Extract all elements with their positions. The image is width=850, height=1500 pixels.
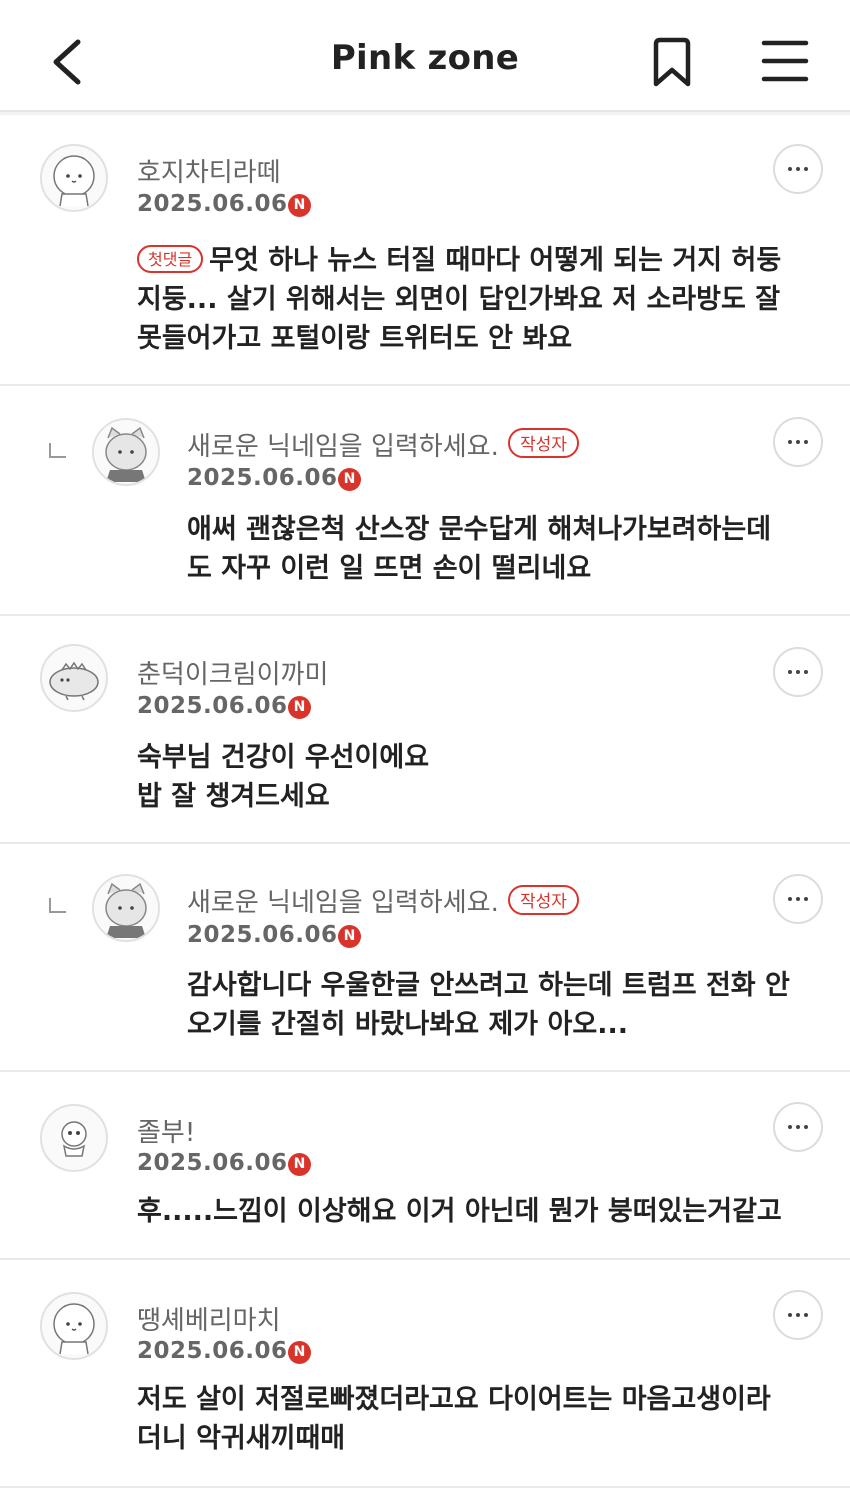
more-horizontal-icon bbox=[788, 167, 792, 171]
comment-date: 2025.06.06 bbox=[137, 191, 288, 217]
comment-date: 2025.06.06 bbox=[137, 693, 288, 719]
comment-body: 후.....느낌이 이상해요 이거 아닌데 뭔가 붕떠있는거같고 bbox=[137, 1192, 782, 1231]
comment-nickname[interactable]: 새로운 닉네임을 입력하세요. bbox=[187, 882, 499, 919]
more-horizontal-icon bbox=[788, 670, 792, 674]
more-options-button[interactable] bbox=[773, 417, 823, 467]
bookmark-icon bbox=[653, 37, 691, 87]
first-comment-badge: 첫댓글 bbox=[137, 245, 204, 273]
comment-line: 더니 악귀새끼때매 bbox=[137, 1423, 346, 1454]
new-badge: N bbox=[338, 468, 361, 491]
page-title: Pink zone bbox=[330, 38, 520, 78]
comment-line: 감사합니다 우울한글 안쓰려고 하는데 트럼프 전화 안 bbox=[187, 970, 790, 1001]
comment-line: 후.....느낌이 이상해요 이거 아닌데 뭔가 붕떠있는거같고 bbox=[137, 1196, 782, 1227]
more-horizontal-icon bbox=[788, 440, 792, 444]
more-options-button[interactable] bbox=[773, 647, 823, 697]
avatar bbox=[92, 874, 160, 942]
comment-item: 땡셰베리마치 2025.06.06 N 저도 살이 저절로빠졌더라고요 다이어트… bbox=[0, 1260, 850, 1488]
reply-item: 새로운 닉네임을 입력하세요. 작성자 2025.06.06 N 감사합니다 우… bbox=[0, 844, 850, 1072]
more-options-button[interactable] bbox=[773, 144, 823, 194]
comment-body: 애써 괜찮은척 산스장 문수답게 해쳐나가보려하는데 도 자꾸 이런 일 뜨면 … bbox=[187, 510, 771, 588]
author-badge: 작성자 bbox=[508, 428, 579, 458]
new-badge: N bbox=[338, 925, 361, 948]
comment-line: 지둥... 살기 위해서는 외면이 답인가봐요 저 소라방도 잘 bbox=[137, 284, 781, 315]
comment-nickname[interactable]: 호지차티라떼 bbox=[137, 152, 281, 189]
more-options-button[interactable] bbox=[773, 874, 823, 924]
comment-item: 졸부! 2025.06.06 N 후.....느낌이 이상해요 이거 아닌데 뭔… bbox=[0, 1072, 850, 1260]
comment-date: 2025.06.06 bbox=[187, 465, 338, 491]
header-divider bbox=[0, 112, 850, 115]
comment-line: 못들어가고 포털이랑 트위터도 안 봐요 bbox=[137, 323, 573, 354]
avatar bbox=[40, 1292, 108, 1360]
comment-body: 저도 살이 저절로빠졌더라고요 다이어트는 마음고생이라 더니 악귀새끼때매 bbox=[137, 1380, 771, 1458]
more-options-button[interactable] bbox=[773, 1102, 823, 1152]
comment-body: 감사합니다 우울한글 안쓰려고 하는데 트럼프 전화 안 오기를 간절히 바랐나… bbox=[187, 966, 790, 1044]
new-badge: N bbox=[288, 194, 311, 217]
comment-nickname[interactable]: 땡셰베리마치 bbox=[137, 1300, 281, 1337]
comment-line: 밥 잘 챙겨드세요 bbox=[137, 781, 330, 812]
comment-line: 무엇 하나 뉴스 터질 때마다 어떻게 되는 거지 허둥 bbox=[209, 245, 782, 276]
avatar bbox=[40, 644, 108, 712]
comment-nickname[interactable]: 춘덕이크림이까미 bbox=[137, 654, 328, 691]
new-badge: N bbox=[288, 1153, 311, 1176]
reply-arrow-icon bbox=[49, 898, 66, 913]
comment-date: 2025.06.06 bbox=[137, 1338, 288, 1364]
more-horizontal-icon bbox=[788, 897, 792, 901]
comment-line: 애써 괜찮은척 산스장 문수답게 해쳐나가보려하는데 bbox=[187, 514, 772, 545]
bookmark-button[interactable] bbox=[648, 36, 696, 88]
comment-line: 숙부님 건강이 우선이에요 bbox=[137, 742, 430, 773]
avatar bbox=[92, 418, 160, 486]
more-options-button[interactable] bbox=[773, 1290, 823, 1340]
avatar bbox=[40, 144, 108, 212]
comment-line: 저도 살이 저절로빠졌더라고요 다이어트는 마음고생이라 bbox=[137, 1384, 771, 1415]
comment-nickname[interactable]: 새로운 닉네임을 입력하세요. bbox=[187, 426, 499, 463]
comment-body: 숙부님 건강이 우선이에요 밥 잘 챙겨드세요 bbox=[137, 738, 429, 816]
avatar bbox=[40, 1104, 108, 1172]
author-badge: 작성자 bbox=[508, 885, 579, 915]
top-nav-bar: Pink zone bbox=[0, 0, 850, 112]
more-horizontal-icon bbox=[788, 1313, 792, 1317]
comment-body: 첫댓글 무엇 하나 뉴스 터질 때마다 어떻게 되는 거지 허둥 지둥... 살기… bbox=[137, 241, 781, 358]
new-badge: N bbox=[288, 1341, 311, 1364]
menu-button[interactable] bbox=[760, 38, 810, 84]
comment-item: 호지차티라떼 2025.06.06 N 첫댓글 무엇 하나 뉴스 터질 때마다 어… bbox=[0, 116, 850, 386]
comment-nickname[interactable]: 졸부! bbox=[137, 1112, 195, 1149]
comment-date: 2025.06.06 bbox=[137, 1150, 288, 1176]
reply-arrow-icon bbox=[49, 443, 66, 458]
comment-line: 도 자꾸 이런 일 뜨면 손이 떨리네요 bbox=[187, 553, 592, 584]
hamburger-menu-icon bbox=[761, 40, 809, 82]
reply-item: 새로운 닉네임을 입력하세요. 작성자 2025.06.06 N 애써 괜찮은척… bbox=[0, 386, 850, 616]
comment-line: 오기를 간절히 바랐나봐요 제가 아오... bbox=[187, 1009, 628, 1040]
more-horizontal-icon bbox=[788, 1125, 792, 1129]
new-badge: N bbox=[288, 696, 311, 719]
comment-item: 춘덕이크림이까미 2025.06.06 N 숙부님 건강이 우선이에요 밥 잘 … bbox=[0, 616, 850, 844]
comment-date: 2025.06.06 bbox=[187, 922, 338, 948]
